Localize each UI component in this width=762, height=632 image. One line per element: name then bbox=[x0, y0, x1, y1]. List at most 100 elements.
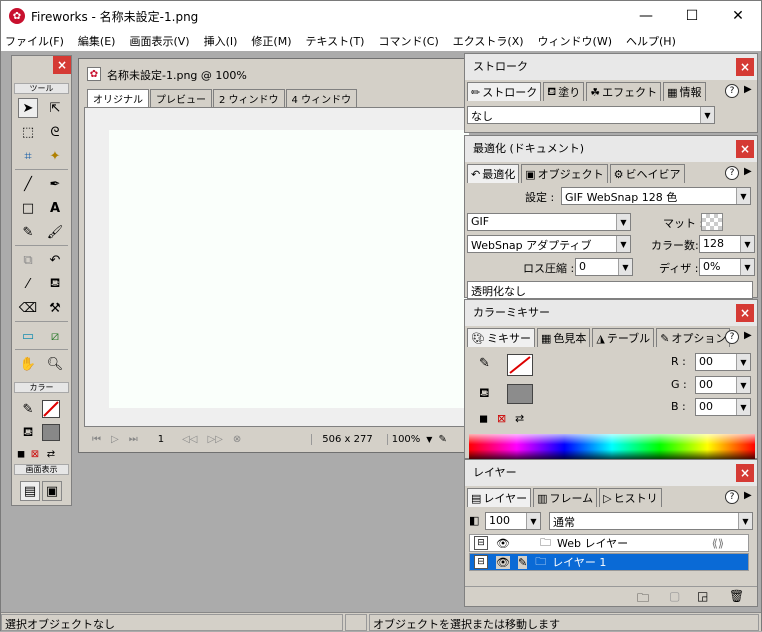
new-bitmap-icon[interactable]: ◲ bbox=[697, 589, 708, 603]
tab-mixer[interactable]: 🎨︎ ミキサー bbox=[467, 328, 535, 347]
menu-insert[interactable]: 挿入(I) bbox=[204, 33, 238, 49]
prev-frame-icon[interactable]: ◁◁ bbox=[182, 434, 197, 445]
rectangle-tool-icon[interactable]: □ bbox=[18, 198, 38, 218]
freeform-tool-icon[interactable]: ↶ bbox=[45, 250, 65, 270]
colors-select[interactable]: 128 ▼ bbox=[699, 235, 755, 253]
pen-tool-icon[interactable]: ✒ bbox=[45, 174, 65, 194]
matte-swatch[interactable] bbox=[701, 213, 723, 231]
close-button[interactable]: ✕ bbox=[715, 1, 761, 31]
menu-view[interactable]: 画面表示(V) bbox=[129, 33, 189, 49]
stroke-color-swatch[interactable] bbox=[42, 400, 60, 418]
hotspot-tool-icon[interactable]: ▭ bbox=[18, 326, 38, 346]
lasso-tool-icon[interactable]: ᘓ bbox=[45, 122, 65, 142]
tab-stroke[interactable]: ✏ ストローク bbox=[467, 82, 542, 101]
stroke-help-icon[interactable]: ? bbox=[725, 84, 739, 98]
menu-commands[interactable]: コマンド(C) bbox=[378, 33, 438, 49]
g-field[interactable]: 00 ▼ bbox=[695, 376, 751, 394]
mixer-panel-close-button[interactable]: × bbox=[736, 304, 754, 322]
tab-options[interactable]: ✎ オプション bbox=[656, 328, 731, 347]
menu-modify[interactable]: 修正(M) bbox=[251, 33, 291, 49]
subselect-tool-icon[interactable]: ⇱ bbox=[45, 98, 65, 118]
new-layer-icon[interactable]: ▢ bbox=[669, 589, 680, 603]
tab-history[interactable]: ▷ ヒストリ bbox=[599, 488, 662, 507]
mixer-fill-swatch[interactable] bbox=[507, 384, 533, 404]
rubber-stamp-icon[interactable]: ⚒ bbox=[45, 298, 65, 318]
dither-select[interactable]: 0% ▼ bbox=[699, 258, 755, 276]
b-field[interactable]: 00 ▼ bbox=[695, 398, 751, 416]
menu-help[interactable]: ヘルプ(H) bbox=[626, 33, 676, 49]
next-frame-icon[interactable]: ▷▷ bbox=[207, 434, 222, 445]
full-screen-icon[interactable]: ▣ bbox=[42, 481, 62, 501]
optimize-panel-close-button[interactable]: × bbox=[736, 140, 754, 158]
layers-options-arrow-icon[interactable]: ▶ bbox=[744, 490, 752, 501]
crop-tool-icon[interactable]: ⌗ bbox=[18, 146, 38, 166]
slice-tool-icon[interactable]: ⧄ bbox=[45, 326, 65, 346]
stroke-options-arrow-icon[interactable]: ▶ bbox=[744, 84, 752, 95]
tab-2-up[interactable]: 2 ウィンドウ bbox=[213, 89, 285, 107]
zoom-dropdown-icon[interactable]: ▼ bbox=[426, 435, 432, 444]
tab-swatches[interactable]: ▦ 色見本 bbox=[536, 328, 591, 347]
settings-select[interactable]: GIF WebSnap 128 色 ▼ bbox=[561, 187, 751, 205]
optimize-help-icon[interactable]: ? bbox=[725, 166, 739, 180]
palette-select[interactable]: WebSnap アダプティブ ▼ bbox=[467, 235, 631, 253]
default-colors-icon[interactable]: ◼ bbox=[479, 412, 488, 425]
pencil-tool-icon[interactable]: ✎ bbox=[18, 222, 38, 242]
color-spectrum[interactable] bbox=[469, 434, 755, 460]
eraser-tool-icon[interactable]: ⌫ bbox=[18, 298, 38, 318]
tab-object[interactable]: ▣ オブジェクト bbox=[521, 164, 608, 183]
layer-row-layer1[interactable]: ⊟ 👁︎ ✎ 🗀 レイヤー 1 bbox=[469, 553, 749, 571]
marquee-tool-icon[interactable]: ⬚ bbox=[18, 122, 38, 142]
new-sublayer-icon[interactable]: 🗀 bbox=[637, 589, 649, 610]
expand-collapse-icon[interactable]: ⊟ bbox=[474, 536, 488, 550]
tab-4-up[interactable]: 4 ウィンドウ bbox=[285, 89, 358, 107]
mixer-options-arrow-icon[interactable]: ▶ bbox=[744, 330, 752, 341]
document-canvas[interactable] bbox=[109, 130, 469, 408]
opacity-field[interactable]: 100 ▼ bbox=[485, 512, 541, 530]
line-tool-icon[interactable]: ╱ bbox=[18, 174, 38, 194]
menu-window[interactable]: ウィンドウ(W) bbox=[538, 33, 612, 49]
r-field[interactable]: 00 ▼ bbox=[695, 353, 751, 371]
tab-optimize[interactable]: ↶ 最適化 bbox=[467, 164, 520, 183]
eyedropper-tool-icon[interactable]: ⁄ bbox=[18, 274, 38, 294]
loss-select[interactable]: 0 ▼ bbox=[575, 258, 633, 276]
tab-info[interactable]: ▦ 情報 bbox=[663, 82, 706, 101]
menu-file[interactable]: ファイル(F) bbox=[5, 33, 64, 49]
mixer-stroke-swatch[interactable] bbox=[507, 354, 533, 376]
no-stroke-icon[interactable]: ⊠ bbox=[28, 444, 42, 464]
fill-color-swatch[interactable] bbox=[42, 424, 60, 441]
swap-colors-icon[interactable]: ⇄ bbox=[515, 412, 524, 425]
tab-frames[interactable]: ▥ フレーム bbox=[533, 488, 598, 507]
eye-visibility-icon[interactable]: 👁︎ bbox=[496, 555, 510, 569]
tools-close-button[interactable]: × bbox=[53, 56, 71, 74]
zoom-tool-icon[interactable]: 🔍︎ bbox=[45, 354, 65, 374]
format-select[interactable]: GIF ▼ bbox=[467, 213, 631, 231]
trash-icon[interactable]: 🗑︎ bbox=[729, 589, 744, 603]
blend-mode-select[interactable]: 通常 ▼ bbox=[549, 512, 753, 530]
menu-extras[interactable]: エクストラ(X) bbox=[453, 33, 524, 49]
tab-behaviors[interactable]: ⚙ ビヘイビア bbox=[609, 164, 685, 183]
expand-collapse-icon[interactable]: ⊟ bbox=[474, 555, 488, 569]
stroke-type-select[interactable]: なし ▼ bbox=[467, 106, 715, 124]
optimize-options-arrow-icon[interactable]: ▶ bbox=[744, 166, 752, 177]
minimize-button[interactable]: — bbox=[623, 1, 669, 31]
tab-original[interactable]: オリジナル bbox=[87, 89, 149, 107]
layers-help-icon[interactable]: ? bbox=[725, 490, 739, 504]
pointer-tool-icon[interactable]: ➤ bbox=[18, 98, 38, 118]
stroke-panel-close-button[interactable]: × bbox=[736, 58, 754, 76]
hand-tool-icon[interactable]: ✋ bbox=[18, 354, 38, 374]
tab-fill[interactable]: ⛾ 塗り bbox=[543, 82, 585, 101]
first-frame-icon[interactable]: ⏮ bbox=[92, 434, 101, 445]
paint-bucket-icon[interactable]: ⛾ bbox=[45, 274, 65, 294]
zoom-level[interactable]: 100% bbox=[386, 433, 420, 445]
transparency-select[interactable]: 透明化なし bbox=[467, 281, 753, 299]
maximize-button[interactable]: ☐ bbox=[669, 1, 715, 31]
magic-wand-icon[interactable]: ✦ bbox=[45, 146, 65, 166]
standard-screen-icon[interactable]: ▤ bbox=[20, 481, 40, 501]
tab-layers[interactable]: ▤ レイヤー bbox=[467, 488, 532, 507]
layers-panel-close-button[interactable]: × bbox=[736, 464, 754, 482]
menu-text[interactable]: テキスト(T) bbox=[305, 33, 364, 49]
tab-table[interactable]: ◮ テーブル bbox=[592, 328, 655, 347]
eye-visibility-icon[interactable]: 👁︎ bbox=[496, 537, 510, 550]
menu-edit[interactable]: 編集(E) bbox=[78, 33, 116, 49]
no-stroke-icon[interactable]: ⊠ bbox=[497, 412, 506, 425]
